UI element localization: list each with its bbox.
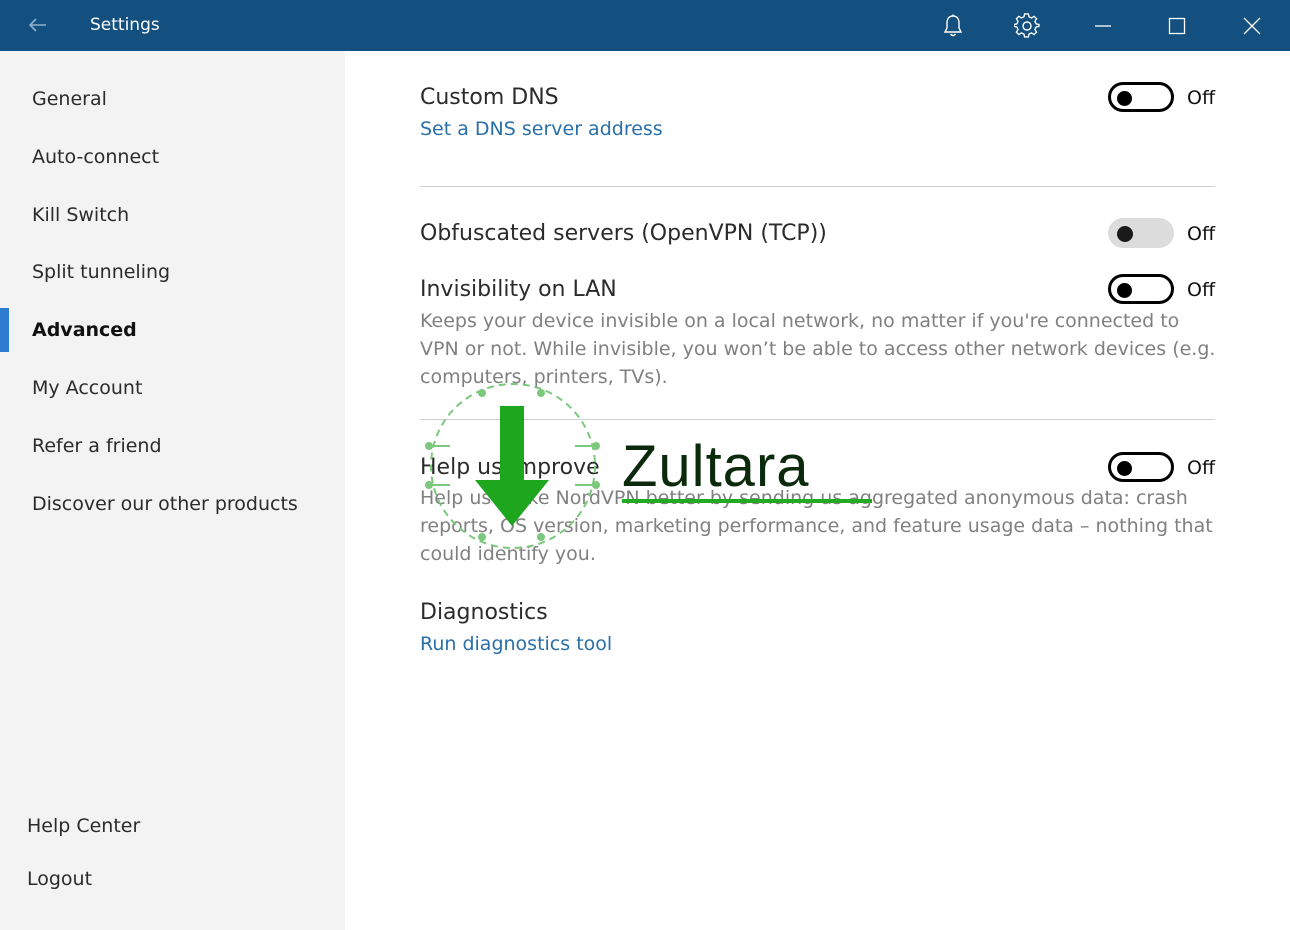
sidebar-item-label: General (32, 88, 107, 110)
sidebar-item-logout[interactable]: Logout (0, 857, 345, 901)
active-indicator (0, 308, 9, 352)
sidebar-item-general[interactable]: General (0, 77, 345, 121)
divider (420, 186, 1215, 187)
invisibility-lan-description: Keeps your device invisible on a local n… (420, 310, 1216, 388)
sidebar-item-auto-connect[interactable]: Auto-connect (0, 135, 345, 179)
help-improve-state: Off (1187, 457, 1216, 479)
sidebar-item-label: Logout (27, 868, 93, 890)
sidebar: General Auto-connect Kill Switch Split t… (0, 51, 345, 930)
custom-dns-toggle[interactable] (1108, 82, 1174, 112)
close-icon[interactable] (1235, 9, 1269, 43)
sidebar-item-help-center[interactable]: Help Center (0, 804, 345, 848)
settings-content: Custom DNS Set a DNS server address Off … (345, 51, 1290, 930)
title-bar: Settings (0, 0, 1290, 51)
sidebar-item-refer-a-friend[interactable]: Refer a friend (0, 424, 345, 468)
sidebar-item-label: Auto-connect (32, 146, 160, 168)
obfuscated-servers-title: Obfuscated servers (OpenVPN (TCP)) (420, 221, 827, 246)
gear-icon[interactable] (1010, 9, 1044, 43)
help-improve-toggle[interactable] (1108, 452, 1174, 482)
sidebar-item-label: Help Center (27, 815, 141, 837)
sidebar-item-kill-switch[interactable]: Kill Switch (0, 193, 345, 237)
toggle-knob (1117, 91, 1132, 106)
toggle-knob (1117, 283, 1132, 298)
set-dns-link[interactable]: Set a DNS server address (420, 117, 663, 141)
sidebar-item-label: My Account (32, 377, 143, 399)
invisibility-lan-title: Invisibility on LAN (420, 277, 617, 302)
bell-icon[interactable] (936, 9, 970, 43)
divider (420, 419, 1215, 420)
invisibility-lan-toggle[interactable] (1108, 274, 1174, 304)
sidebar-item-label: Split tunneling (32, 261, 171, 283)
obfuscated-servers-state: Off (1187, 223, 1216, 245)
sidebar-item-label: Discover our other products (32, 493, 298, 515)
maximize-icon[interactable] (1160, 9, 1194, 43)
sidebar-item-label: Kill Switch (32, 204, 130, 226)
minimize-icon[interactable] (1086, 9, 1120, 43)
back-arrow-icon[interactable] (22, 12, 54, 38)
help-improve-description: Help us make NordVPN better by sending u… (420, 487, 1213, 565)
invisibility-lan-state: Off (1187, 279, 1216, 301)
sidebar-item-discover-products[interactable]: Discover our other products (0, 482, 345, 526)
run-diagnostics-link[interactable]: Run diagnostics tool (420, 632, 612, 656)
sidebar-item-my-account[interactable]: My Account (0, 366, 345, 410)
diagnostics-title: Diagnostics (420, 600, 548, 625)
sidebar-item-split-tunneling[interactable]: Split tunneling (0, 250, 345, 294)
custom-dns-title: Custom DNS (420, 85, 559, 110)
help-improve-title: Help us improve (420, 455, 600, 480)
sidebar-item-advanced[interactable]: Advanced (0, 308, 345, 352)
sidebar-item-label: Advanced (32, 319, 137, 341)
toggle-knob (1117, 461, 1132, 476)
obfuscated-servers-toggle (1108, 218, 1174, 248)
window-title: Settings (90, 15, 160, 35)
toggle-knob (1117, 226, 1133, 242)
sidebar-item-label: Refer a friend (32, 435, 162, 457)
custom-dns-state: Off (1187, 87, 1216, 109)
